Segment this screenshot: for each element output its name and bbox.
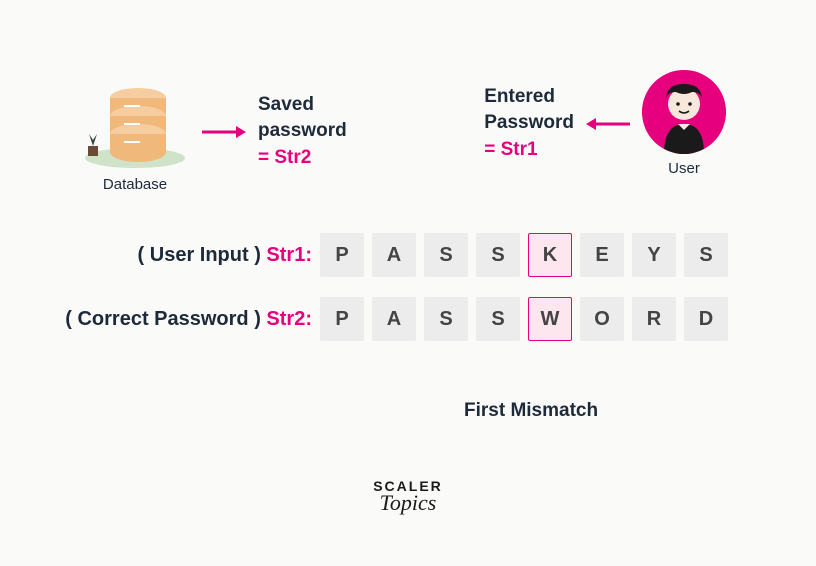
database-icon (80, 70, 190, 170)
entered-password-text: Entered Password = Str1 (484, 84, 574, 164)
database-label: Database (103, 176, 167, 193)
char-cell: P (320, 233, 364, 277)
top-row: Database Saved password = Str2 Entered P… (0, 0, 816, 193)
str1-prefix: ( User Input ) (138, 244, 267, 266)
str1-row-label: ( User Input ) Str1: (60, 244, 320, 267)
arrow-right-icon (202, 125, 246, 139)
saved-eq: = Str2 (258, 145, 347, 172)
char-cell: A (372, 297, 416, 341)
str2-name: Str2: (266, 308, 312, 330)
first-mismatch-label: First Mismatch (464, 400, 598, 422)
saved-line2: password (258, 118, 347, 145)
char-cell: S (684, 233, 728, 277)
char-cell: A (372, 233, 416, 277)
char-cell: P (320, 297, 364, 341)
char-cell: R (632, 297, 676, 341)
arrow-left-icon (586, 117, 630, 131)
scaler-topics-logo: SCALER Topics (373, 478, 443, 516)
char-cell: D (684, 297, 728, 341)
char-cell: S (424, 297, 468, 341)
entered-eq: = Str1 (484, 137, 574, 164)
entered-line1: Entered (484, 84, 574, 111)
entered-line2: Password (484, 110, 574, 137)
char-cell: O (580, 297, 624, 341)
str2-row-label: ( Correct Password ) Str2: (60, 308, 320, 331)
str1-row: ( User Input ) Str1: PASSKEYS (60, 233, 756, 277)
saved-password-text: Saved password = Str2 (258, 92, 347, 172)
char-cell: Y (632, 233, 676, 277)
str2-row: ( Correct Password ) Str2: PASSWORD (60, 297, 756, 341)
user-label: User (668, 160, 700, 177)
str1-cells: PASSKEYS (320, 233, 728, 277)
str2-cells: PASSWORD (320, 297, 728, 341)
char-cell: K (528, 233, 572, 277)
char-cell: S (476, 233, 520, 277)
user-wrap: User (642, 70, 726, 177)
user-group: Entered Password = Str1 User (484, 70, 726, 177)
database-wrap: Database (80, 70, 190, 193)
saved-line1: Saved (258, 92, 347, 119)
user-avatar-icon (642, 70, 726, 154)
char-cell: E (580, 233, 624, 277)
char-cell: W (528, 297, 572, 341)
char-cell: S (476, 297, 520, 341)
str1-name: Str1: (266, 244, 312, 266)
char-cell: S (424, 233, 468, 277)
database-group: Database Saved password = Str2 (80, 70, 347, 193)
logo-bottom: Topics (373, 490, 443, 516)
comparison-area: ( User Input ) Str1: PASSKEYS ( Correct … (0, 193, 816, 341)
str2-prefix: ( Correct Password ) (65, 308, 266, 330)
